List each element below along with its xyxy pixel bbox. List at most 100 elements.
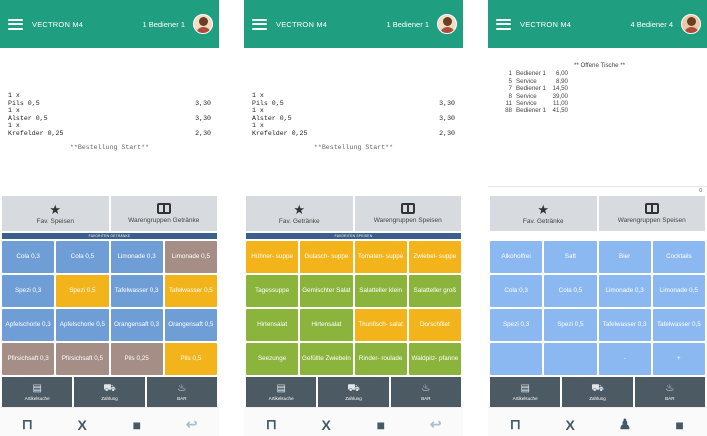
item-button[interactable]: Rinder- roulade [354,343,407,375]
item-button[interactable]: Tagessuppe [246,275,299,307]
table-row[interactable]: 11 Service 11,00 [500,100,699,107]
item-button[interactable]: Tafelwasser 0,3 [598,309,651,341]
item-button[interactable]: Hirtensalat [246,309,299,341]
top-bar: VECTRON M4 1 Bediener 1 [0,0,219,48]
item-button[interactable]: Cola 0,5 [544,275,597,307]
receipt-item-name: Alster 0,5 [8,114,48,122]
item-button[interactable]: Thunfisch- salat [354,309,407,341]
item-button[interactable]: Cola 0,3 [490,275,543,307]
item-button[interactable]: Limonade 0,5 [652,275,705,307]
square-icon[interactable]: ■ [117,417,157,433]
item-button[interactable] [544,343,597,375]
avatar[interactable] [437,14,457,34]
user-label[interactable]: 1 Bediener 1 [142,20,185,29]
item-button[interactable]: Limonade 0,5 [164,241,217,273]
cash-button[interactable]: ♨ BAR [390,377,461,407]
item-button[interactable] [490,343,543,375]
avatar[interactable] [193,14,213,34]
table-row[interactable]: 1 Bediener 1 6,00 [500,70,699,77]
table-row[interactable]: 8 Service 39,00 [500,93,699,100]
nav-close[interactable]: X [62,417,102,433]
item-button[interactable]: Dorschfilet [408,309,461,341]
payment-label: Zahlung [345,396,362,401]
favorites-row: ★ Fav. Speisen Warengruppen Getränke [0,196,219,231]
item-button[interactable]: Salatteller klein [354,275,407,307]
item-button[interactable]: Saft [544,241,597,273]
user-label[interactable]: 1 Bediener 1 [386,20,429,29]
fav-button[interactable]: ★ Fav. Speisen [2,196,109,231]
input-display[interactable]: 0 [488,186,707,196]
receipt-qty: 1 x [252,107,264,115]
square-icon[interactable]: ■ [660,417,700,433]
item-button[interactable]: Apfelschorle 0,5 [56,309,109,341]
menu-icon[interactable] [252,18,267,30]
item-button[interactable]: Tafelwasser 0,5 [164,275,217,307]
payment-button[interactable]: ⛟ Zahlung [74,377,145,407]
item-button[interactable]: Tafelwasser 0,3 [110,275,163,307]
item-button[interactable]: Salatteller groß [408,275,461,307]
item-button[interactable]: Waldpilz- pfanne [408,343,461,375]
item-button[interactable]: Cola 0,3 [2,241,55,273]
item-button[interactable]: Gemischter Salat [300,275,353,307]
person-icon[interactable]: ♟ [605,416,645,433]
table-row[interactable]: 5 Service 8,90 [500,78,699,85]
item-button[interactable]: Apfelschorle 0,3 [2,309,55,341]
square-icon[interactable]: ■ [361,417,401,433]
item-button[interactable]: Bier [598,241,651,273]
item-button[interactable]: Gulasch- suppe [300,241,353,273]
table-waiter: Service [516,92,537,100]
item-button[interactable]: + [652,343,705,375]
item-button[interactable]: Pils 0,5 [164,343,217,375]
item-button[interactable]: Pils 0,25 [110,343,163,375]
item-button[interactable]: Cocktails [652,241,705,273]
item-button[interactable]: Spezi 0,3 [2,275,55,307]
cash-button[interactable]: ♨ BAR [634,377,705,407]
item-button[interactable]: Spezi 0,5 [56,275,109,307]
item-button[interactable]: Limonade 0,3 [110,241,163,273]
nav-close[interactable]: X [550,417,590,433]
item-button[interactable]: - [598,343,651,375]
item-button[interactable]: Spezi 0,3 [490,309,543,341]
undo-icon[interactable]: ↩ [416,416,456,433]
item-button[interactable]: Pfirsichsaft 0,3 [2,343,55,375]
item-button[interactable]: Seezunge [246,343,299,375]
fav-button[interactable]: ★ Fav. Getränke [246,196,353,231]
item-button[interactable]: Orangensaft 0,3 [110,309,163,341]
item-button[interactable]: Hirtensalat [300,309,353,341]
group-button[interactable]: Warengruppen Speisen [598,196,705,231]
payment-button[interactable]: ⛟ Zahlung [562,377,633,407]
item-button[interactable]: Gefüllte Zwiebeln [300,343,353,375]
table-icon[interactable]: ⊓ [251,416,291,433]
group-button[interactable]: Warengruppen Getränke [110,196,217,231]
cart-icon: ⛟ [347,383,360,394]
table-icon[interactable]: ⊓ [495,416,535,433]
item-button[interactable]: Alkoholfrei [490,241,543,273]
menu-icon[interactable] [496,18,511,30]
receipt-line: Pils 0,5 3,30 [8,100,211,108]
cash-button[interactable]: ♨ BAR [146,377,217,407]
item-button[interactable]: Spezi 0,5 [544,309,597,341]
item-button[interactable]: Hühner- suppe [246,241,299,273]
table-row[interactable]: 88 Bediener 1 41,50 [500,107,699,114]
table-row[interactable]: 7 Bediener 1 14,50 [500,85,699,92]
item-button[interactable]: Orangensaft 0,5 [164,309,217,341]
item-button[interactable]: Tafelwasser 0,5 [652,309,705,341]
user-label[interactable]: 4 Bediener 4 [630,20,673,29]
nav-close[interactable]: X [306,417,346,433]
undo-icon[interactable]: ↩ [172,416,212,433]
item-button[interactable]: Limonade 0,3 [598,275,651,307]
avatar[interactable] [681,14,701,34]
article-search-button[interactable]: ▤ Artikelsuche [246,377,317,407]
item-button[interactable]: Zwiebel- suppe [408,241,461,273]
item-button[interactable]: Tomaten- suppe [354,241,407,273]
article-search-label: Artikelsuche [512,396,538,401]
table-icon[interactable]: ⊓ [7,416,47,433]
article-search-button[interactable]: ▤ Artikelsuche [490,377,561,407]
group-button[interactable]: Warengruppen Speisen [354,196,461,231]
item-button[interactable]: Cola 0,5 [56,241,109,273]
article-search-button[interactable]: ▤ Artikelsuche [2,377,73,407]
payment-button[interactable]: ⛟ Zahlung [318,377,389,407]
menu-icon[interactable] [8,18,23,30]
item-button[interactable]: Pfirsichsaft 0,5 [56,343,109,375]
fav-button[interactable]: ★ Fav. Getränke [490,196,597,231]
